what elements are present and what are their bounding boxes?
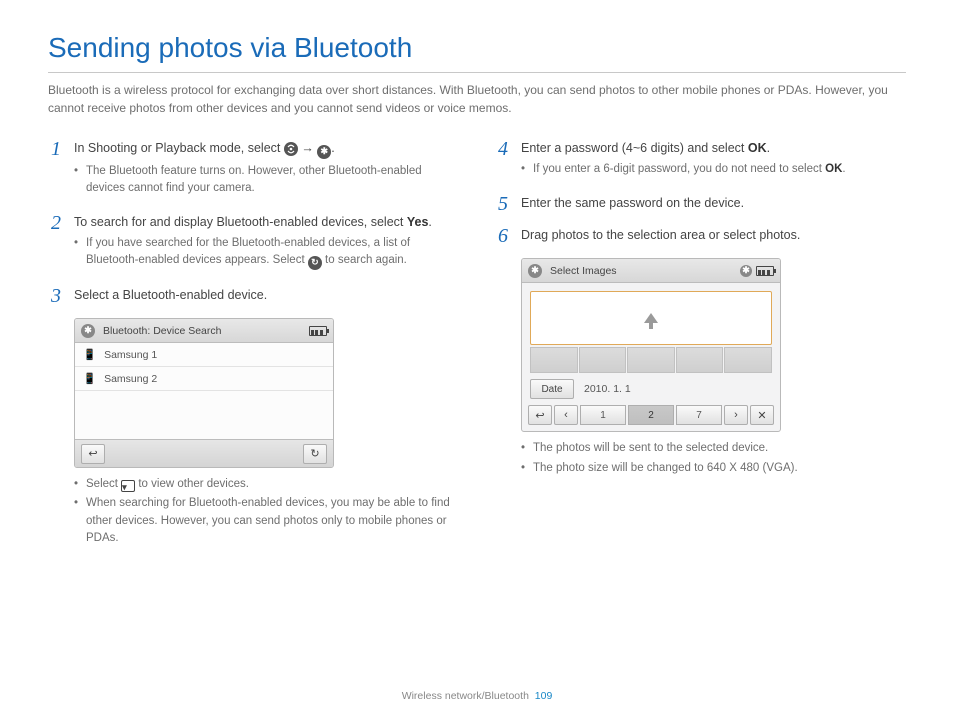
next-button[interactable]: › bbox=[724, 405, 748, 425]
screen-title: Bluetooth: Device Search bbox=[103, 325, 221, 337]
wireless-icon bbox=[284, 142, 298, 156]
date-button[interactable]: Date bbox=[530, 379, 574, 399]
thumbnail[interactable] bbox=[579, 347, 627, 373]
device-search-screen: ✱ Bluetooth: Device Search 📱 Samsung 1 📱 S… bbox=[74, 318, 334, 468]
battery-icon bbox=[756, 266, 774, 276]
step-2-bullet: If you have searched for the Bluetooth-e… bbox=[74, 235, 459, 270]
step-number: 3 bbox=[48, 286, 64, 306]
thumbnail[interactable] bbox=[530, 347, 578, 373]
step-4-bullet: If you enter a 6-digit password, you do … bbox=[521, 161, 906, 178]
step-1: 1 In Shooting or Playback mode, select →… bbox=[48, 139, 459, 201]
battery-icon bbox=[309, 326, 327, 336]
left-column: 1 In Shooting or Playback mode, select →… bbox=[48, 139, 459, 551]
page-2[interactable]: 2 bbox=[628, 405, 674, 425]
step-4-text: Enter a password (4~6 digits) and select… bbox=[521, 141, 770, 155]
step-number: 2 bbox=[48, 213, 64, 274]
thumbnail-strip[interactable] bbox=[530, 347, 772, 373]
thumbnail[interactable] bbox=[627, 347, 675, 373]
thumbnail[interactable] bbox=[724, 347, 772, 373]
selection-drop-area[interactable] bbox=[530, 291, 772, 345]
step-1-text: In Shooting or Playback mode, select → ✱… bbox=[74, 141, 335, 155]
step-3-text: Select a Bluetooth-enabled device. bbox=[74, 288, 267, 302]
page-1[interactable]: 1 bbox=[580, 405, 626, 425]
device-name: Samsung 2 bbox=[104, 373, 157, 385]
step-2: 2 To search for and display Bluetooth-en… bbox=[48, 213, 459, 274]
select-images-screen: ✱ Select Images ✱ Date 2010. 1. 1 ↩ ‹ 1 bbox=[521, 258, 781, 432]
bluetooth-icon: ✱ bbox=[528, 264, 542, 278]
device-name: Samsung 1 bbox=[104, 349, 157, 361]
step-3: 3 Select a Bluetooth-enabled device. bbox=[48, 286, 459, 306]
step-2-text: To search for and display Bluetooth-enab… bbox=[74, 215, 432, 229]
chevron-down-icon: ▾ bbox=[121, 480, 135, 492]
step-number: 4 bbox=[495, 139, 511, 182]
list-item[interactable]: 📱 Samsung 1 bbox=[75, 343, 333, 367]
device-icon: 📱 bbox=[83, 372, 96, 385]
close-button[interactable]: ✕ bbox=[750, 405, 774, 425]
page-title: Sending photos via Bluetooth bbox=[48, 32, 906, 73]
back-button[interactable]: ↩ bbox=[81, 444, 105, 464]
arrow-up-icon bbox=[644, 313, 658, 323]
back-button[interactable]: ↩ bbox=[528, 405, 552, 425]
step-5-text: Enter the same password on the device. bbox=[521, 196, 744, 210]
bluetooth-icon: ✱ bbox=[317, 145, 331, 159]
bluetooth-icon: ✱ bbox=[81, 324, 95, 338]
step-6: 6 Drag photos to the selection area or s… bbox=[495, 226, 906, 246]
step-number: 6 bbox=[495, 226, 511, 246]
step-3-bullet-2: When searching for Bluetooth-enabled dev… bbox=[74, 495, 459, 547]
step-6-bullet-2: The photo size will be changed to 640 X … bbox=[521, 460, 906, 477]
step-number: 1 bbox=[48, 139, 64, 201]
content-columns: 1 In Shooting or Playback mode, select →… bbox=[48, 139, 906, 551]
step-6-bullet-1: The photos will be sent to the selected … bbox=[521, 440, 906, 457]
step-4: 4 Enter a password (4~6 digits) and sele… bbox=[495, 139, 906, 182]
step-6-text: Drag photos to the selection area or sel… bbox=[521, 228, 800, 242]
date-value: 2010. 1. 1 bbox=[584, 383, 631, 395]
prev-button[interactable]: ‹ bbox=[554, 405, 578, 425]
page-intro: Bluetooth is a wireless protocol for exc… bbox=[48, 81, 906, 117]
screen-title: Select Images bbox=[550, 265, 617, 277]
step-number: 5 bbox=[495, 194, 511, 214]
list-item[interactable]: 📱 Samsung 2 bbox=[75, 367, 333, 391]
step-1-bullet: The Bluetooth feature turns on. However,… bbox=[74, 163, 459, 198]
step-3-bullet-1: Select ▾ to view other devices. bbox=[74, 476, 459, 493]
bluetooth-status-icon: ✱ bbox=[740, 265, 752, 277]
refresh-button[interactable]: ↻ bbox=[303, 444, 327, 464]
device-icon: 📱 bbox=[83, 348, 96, 361]
thumbnail[interactable] bbox=[676, 347, 724, 373]
refresh-icon: ↻ bbox=[308, 256, 322, 270]
page-7[interactable]: 7 bbox=[676, 405, 722, 425]
page-footer: Wireless network/Bluetooth 109 bbox=[0, 690, 954, 702]
step-5: 5 Enter the same password on the device. bbox=[495, 194, 906, 214]
right-column: 4 Enter a password (4~6 digits) and sele… bbox=[495, 139, 906, 551]
